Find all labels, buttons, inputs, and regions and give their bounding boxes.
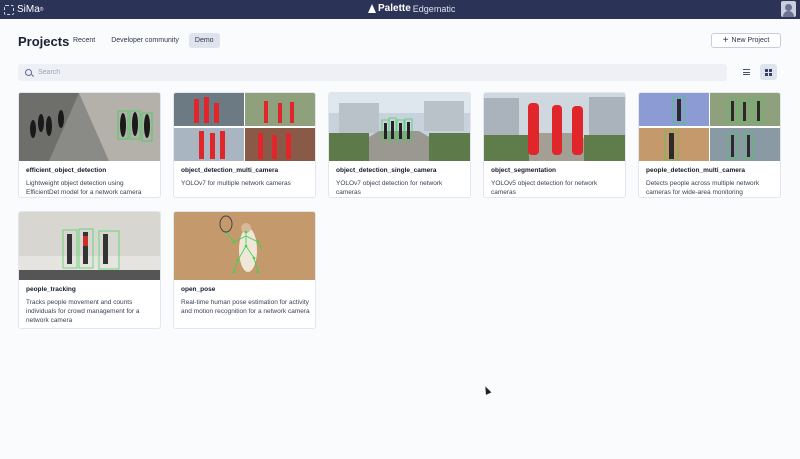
project-description: Real-time human pose estimation for acti… (181, 299, 310, 315)
list-view-icon (743, 69, 750, 75)
project-card-open-pose[interactable]: open_pose Real-time human pose estimatio… (173, 211, 316, 329)
project-title: object_detection_multi_camera (181, 167, 279, 174)
project-thumbnail (174, 212, 315, 280)
tab-developer-community[interactable]: Developer community (105, 33, 185, 48)
palette-logo-icon (368, 4, 376, 13)
brand-name: Palette (378, 3, 411, 14)
project-description: YOLOv7 for multiple network cameras (181, 180, 291, 187)
plus-icon: + (722, 34, 729, 46)
project-thumbnail (19, 212, 160, 280)
search-input[interactable] (38, 69, 638, 76)
project-card-people-detection-multi-camera[interactable]: people_detection_multi_camera Detects pe… (638, 92, 781, 198)
project-title: object_detection_single_camera (336, 167, 437, 174)
search-icon (25, 69, 32, 76)
tab-recent[interactable]: Recent (67, 33, 101, 48)
grid-view-icon (765, 68, 772, 76)
sima-logo[interactable]: SiMa ® (4, 4, 43, 15)
project-card-object-segmentation[interactable]: object_segmentation YOLOv5 object detect… (483, 92, 626, 198)
project-thumbnail (639, 93, 780, 161)
project-card-object-detection-multi-camera[interactable]: object_detection_multi_camera YOLOv7 for… (173, 92, 316, 198)
project-title: people_detection_multi_camera (646, 167, 745, 174)
project-title: object_segmentation (491, 167, 557, 174)
list-view-button[interactable] (738, 64, 755, 80)
logo-text: SiMa (17, 4, 40, 15)
project-thumbnail (329, 93, 470, 161)
project-card-object-detection-single-camera[interactable]: object_detection_single_camera YOLOv7 ob… (328, 92, 471, 198)
project-thumbnail (19, 93, 160, 161)
user-avatar[interactable] (781, 1, 796, 17)
project-description: Tracks people movement and counts indivi… (26, 299, 140, 324)
logo-registered-mark: ® (39, 6, 44, 13)
project-title: people_tracking (26, 286, 76, 293)
new-project-button[interactable]: + New Project (711, 33, 781, 48)
project-description: YOLOv5 object detection for network came… (491, 180, 598, 196)
search-bar (18, 64, 727, 81)
project-card-efficient-object-detection[interactable]: efficient_object_detection Lightweight o… (18, 92, 161, 198)
project-thumbnail (174, 93, 315, 161)
page-title: Projects (18, 34, 70, 49)
palette-brand: Palette Edgematic (368, 3, 455, 14)
project-card-people-tracking[interactable]: people_tracking Tracks people movement a… (18, 211, 161, 329)
project-description: Detects people across multiple network c… (646, 180, 760, 196)
mouse-cursor (482, 385, 492, 395)
project-tabs: Recent Developer community Demo (67, 33, 220, 48)
project-description: YOLOv7 object detection for network came… (336, 180, 443, 196)
tab-demo[interactable]: Demo (188, 33, 220, 48)
top-bar: SiMa ® Palette Edgematic (0, 0, 800, 19)
project-thumbnail (484, 93, 625, 161)
sima-logo-icon (4, 4, 14, 15)
project-title: efficient_object_detection (26, 167, 107, 174)
new-project-label: New Project (731, 37, 770, 44)
project-description: Lightweight object detection using Effic… (26, 180, 142, 196)
project-title: open_pose (181, 286, 216, 293)
brand-sub: Edgematic (412, 3, 456, 14)
grid-view-button[interactable] (760, 64, 777, 80)
